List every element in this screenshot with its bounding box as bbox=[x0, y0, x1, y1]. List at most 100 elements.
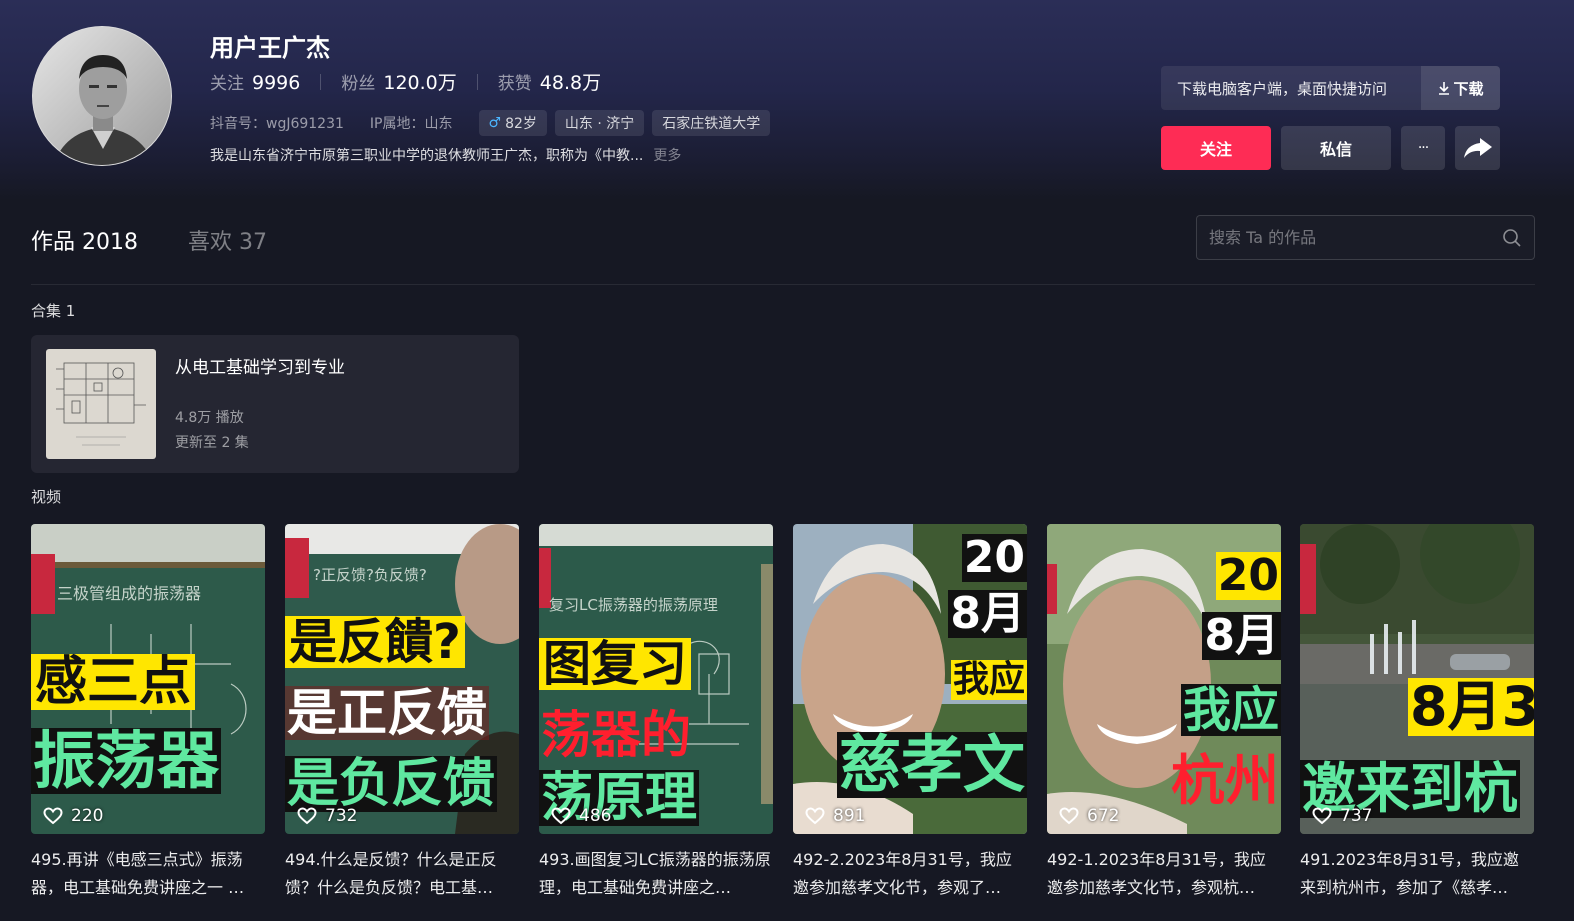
collection-title: 从电工基础学习到专业 bbox=[175, 358, 345, 378]
tab-likes[interactable]: 喜欢 37 bbox=[188, 224, 267, 256]
share-button[interactable] bbox=[1455, 126, 1500, 170]
tab-likes-label: 喜欢 bbox=[188, 230, 233, 255]
video-title[interactable]: 493.画图复习LC振荡器的振荡原理，电工基础免费讲座之… bbox=[539, 846, 773, 902]
cover-caption-green: 慈孝文 bbox=[836, 728, 1027, 801]
cover-caption-green: 我应 bbox=[1180, 682, 1281, 738]
search-box bbox=[1196, 215, 1535, 260]
male-icon: ♂ bbox=[488, 115, 502, 131]
chalk-caption: 复习LC振荡器的振荡原理 bbox=[549, 596, 718, 614]
bio-more-link[interactable]: 更多 bbox=[653, 148, 681, 164]
follow-button[interactable]: 关注 bbox=[1161, 126, 1271, 170]
video-likes-count: 672 bbox=[1087, 806, 1120, 826]
cover-caption-green: 振荡器 bbox=[31, 724, 222, 797]
video-likes-count: 891 bbox=[833, 806, 866, 826]
cover-caption-red: 杭州 bbox=[1171, 749, 1279, 812]
cover-caption-yellow: 我应 bbox=[950, 659, 1027, 700]
video-title[interactable]: 491.2023年8月31号，我应邀来到杭州市，参加了《慈孝… bbox=[1300, 846, 1534, 902]
more-button[interactable]: ··· bbox=[1401, 126, 1445, 170]
video-thumbnail[interactable]: ?正反馈?负反馈? 是反饋? 是正反馈 是负反馈 732 bbox=[285, 524, 519, 834]
search-input[interactable] bbox=[1197, 228, 1487, 247]
following-stat[interactable]: 关注 9996 bbox=[210, 69, 300, 94]
video-card[interactable]: 20 8月 我应 慈孝文 891 492-2.2023年8月31号，我应邀参加慈… bbox=[793, 524, 1027, 902]
cover-caption-yellow: 感三点 bbox=[31, 654, 196, 710]
cover-caption-white: 是正反馈 bbox=[285, 684, 489, 742]
video-thumbnail[interactable]: 20 8月 我应 杭州 672 bbox=[1047, 524, 1281, 834]
video-card[interactable]: 20 8月 我应 杭州 672 492-1.2023年8月31号，我应邀参加慈孝… bbox=[1047, 524, 1281, 902]
video-likes: 486 bbox=[551, 806, 611, 826]
bio: 我是山东省济宁市原第三职业中学的退休教师王广杰，职称为《中教... 更多 bbox=[210, 145, 681, 165]
heart-icon bbox=[43, 807, 63, 825]
collection-plays: 4.8万 播放 bbox=[175, 410, 244, 426]
video-likes-count: 737 bbox=[1340, 806, 1373, 826]
tab-works-count: 2018 bbox=[82, 230, 139, 255]
collection-section-label: 合集 1 bbox=[31, 302, 76, 320]
chalk-caption: 三极管组成的振荡器 bbox=[57, 584, 202, 603]
video-thumbnail[interactable]: 三极管组成的振荡器 感三点 振荡器 220 bbox=[31, 524, 265, 834]
region-tag: 山东 · 济宁 bbox=[554, 110, 645, 136]
video-likes: 220 bbox=[43, 806, 103, 826]
video-likes: 672 bbox=[1059, 806, 1119, 826]
download-button[interactable]: 下载 bbox=[1421, 66, 1500, 110]
cover-caption-yellow: 8月3 bbox=[1408, 678, 1534, 736]
followers-count: 120.0万 bbox=[383, 72, 457, 94]
username: 用户王广杰 bbox=[210, 34, 330, 62]
cover-caption-date: 20 bbox=[961, 532, 1027, 583]
video-card[interactable]: ?正反馈?负反馈? 是反饋? 是正反馈 是负反馈 732 494.什么是反馈？什… bbox=[285, 524, 519, 902]
avatar[interactable] bbox=[32, 26, 172, 166]
stat-divider bbox=[476, 73, 478, 90]
video-title[interactable]: 494.什么是反馈？什么是正反馈？什么是负反馈？电工基… bbox=[285, 846, 519, 902]
cover-caption-red: 荡器的 bbox=[541, 706, 691, 764]
divider bbox=[31, 284, 1535, 285]
message-button[interactable]: 私信 bbox=[1281, 126, 1391, 170]
tab-works-label: 作品 bbox=[31, 230, 76, 255]
video-title[interactable]: 492-2.2023年8月31号，我应邀参加慈孝文化节，参观了… bbox=[793, 846, 1027, 902]
download-button-label: 下载 bbox=[1453, 79, 1484, 98]
collection-card[interactable]: 从电工基础学习到专业 4.8万 播放 更新至 2 集 bbox=[31, 335, 519, 473]
video-title[interactable]: 495.再讲《电感三点式》振荡器，电工基础免费讲座之一 … bbox=[31, 846, 265, 902]
video-card[interactable]: 三极管组成的振荡器 感三点 振荡器 220 495.再讲《电感三点式》振荡器，电… bbox=[31, 524, 265, 902]
likes-label: 获赞 bbox=[497, 74, 532, 94]
likes-count: 48.8万 bbox=[539, 72, 602, 94]
share-icon bbox=[1463, 138, 1492, 158]
cover-caption-month: 8月 bbox=[948, 588, 1027, 639]
search-icon[interactable] bbox=[1502, 228, 1522, 248]
profile-tabs: 作品 2018 喜欢 37 bbox=[31, 224, 317, 256]
video-likes: 732 bbox=[297, 806, 357, 826]
cover-caption-month: 8月 bbox=[1202, 610, 1281, 661]
download-client-banner: 下载电脑客户端，桌面快捷访问 下载 bbox=[1161, 66, 1500, 110]
video-likes: 891 bbox=[805, 806, 865, 826]
followers-stat[interactable]: 粉丝 120.0万 bbox=[341, 68, 456, 95]
video-likes: 737 bbox=[1312, 806, 1372, 826]
following-count: 9996 bbox=[252, 72, 301, 94]
likes-stat: 获赞 48.8万 bbox=[498, 68, 601, 95]
video-title[interactable]: 492-1.2023年8月31号，我应邀参加慈孝文化节，参观杭… bbox=[1047, 846, 1281, 902]
video-card[interactable]: 复习LC振荡器的振荡原理 图复习 荡器的 荡原理 486 493.画图复习LC振… bbox=[539, 524, 773, 902]
download-icon bbox=[1439, 82, 1450, 95]
cover-caption-yellow: 图复习 bbox=[539, 638, 692, 690]
videos-section-label: 视频 bbox=[31, 488, 62, 506]
heart-icon bbox=[1059, 807, 1079, 825]
chalk-caption: ?正反馈?负反馈? bbox=[313, 566, 427, 584]
cover-caption-yellow: 是反饋? bbox=[285, 616, 465, 668]
video-likes-count: 732 bbox=[325, 806, 358, 826]
video-card[interactable]: 8月3 邀来到杭 737 491.2023年8月31号，我应邀来到杭州市，参加了… bbox=[1300, 524, 1534, 902]
download-client-text: 下载电脑客户端，桌面快捷访问 bbox=[1177, 79, 1388, 98]
profile-meta: 抖音号：wgJ691231 IP属地：山东 ♂ 82岁 山东 · 济宁 石家庄铁… bbox=[210, 110, 778, 136]
video-likes-count: 220 bbox=[71, 806, 104, 826]
douyin-id: 抖音号：wgJ691231 bbox=[210, 116, 344, 132]
heart-icon bbox=[1312, 807, 1332, 825]
video-thumbnail[interactable]: 20 8月 我应 慈孝文 891 bbox=[793, 524, 1027, 834]
video-likes-count: 486 bbox=[579, 806, 612, 826]
video-thumbnail[interactable]: 复习LC振荡器的振荡原理 图复习 荡器的 荡原理 486 bbox=[539, 524, 773, 834]
tab-likes-count: 37 bbox=[239, 230, 268, 255]
school-tag: 石家庄铁道大学 bbox=[652, 110, 771, 136]
following-label: 关注 bbox=[210, 74, 244, 94]
collection-update: 更新至 2 集 bbox=[175, 435, 249, 451]
followers-label: 粉丝 bbox=[341, 74, 376, 94]
heart-icon bbox=[805, 807, 825, 825]
tab-works[interactable]: 作品 2018 bbox=[31, 224, 138, 256]
ip-location: IP属地：山东 bbox=[369, 116, 453, 132]
cover-caption-date: 20 bbox=[1215, 550, 1281, 601]
bio-text: 我是山东省济宁市原第三职业中学的退休教师王广杰，职称为《中教... bbox=[210, 148, 644, 164]
video-thumbnail[interactable]: 8月3 邀来到杭 737 bbox=[1300, 524, 1534, 834]
